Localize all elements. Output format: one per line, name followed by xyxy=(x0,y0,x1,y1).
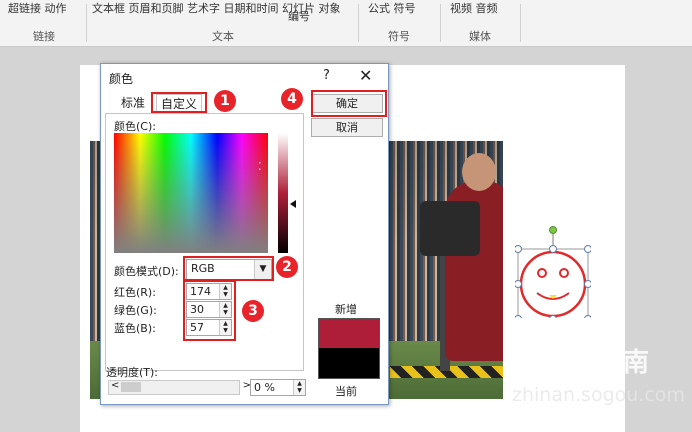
slider-thumb[interactable] xyxy=(121,382,141,392)
sogou-logo-icon xyxy=(512,340,548,376)
new-color-swatch xyxy=(318,318,380,350)
luminance-slider[interactable] xyxy=(278,133,288,253)
step-badge-2: 2 xyxy=(276,256,298,278)
crosshair-icon: ⁚ xyxy=(258,160,262,173)
blue-label: 蓝色(B): xyxy=(114,322,156,335)
close-icon[interactable]: ✕ xyxy=(359,66,372,85)
highlight-ok-button xyxy=(311,90,387,117)
luminance-pointer-icon[interactable] xyxy=(290,200,296,208)
color-spectrum[interactable] xyxy=(114,133,268,253)
ribbon-group-symbols: 符号 xyxy=(388,30,410,43)
cancel-button[interactable]: 取消 xyxy=(311,118,383,137)
transparency-value[interactable]: 0 % xyxy=(254,380,275,395)
current-label: 当前 xyxy=(335,385,357,398)
green-label: 绿色(G): xyxy=(114,304,157,317)
dialog-title: 颜色 xyxy=(109,72,134,86)
transparency-slider[interactable]: < > xyxy=(108,380,251,395)
ribbon-symbol-buttons[interactable]: 公式 符号 xyxy=(368,0,416,16)
ribbon-separator xyxy=(358,4,359,42)
ribbon-group-links: 链接 xyxy=(33,30,55,43)
smiley-shape[interactable] xyxy=(515,222,591,318)
new-label: 新增 xyxy=(335,303,357,316)
highlight-color-mode xyxy=(183,256,274,281)
photo-camera xyxy=(420,201,480,256)
ribbon-number-button[interactable]: 编号 xyxy=(288,8,310,24)
step-badge-4: 4 xyxy=(281,88,303,110)
transparency-spinner[interactable]: 0 % ▲ ▼ xyxy=(250,379,306,396)
ribbon-separator xyxy=(86,4,87,42)
ribbon-group-text: 文本 xyxy=(212,30,234,43)
red-label: 红色(R): xyxy=(114,286,156,299)
tab-standard[interactable]: 标准 xyxy=(117,94,149,113)
ribbon-links-buttons[interactable]: 超链接 动作 xyxy=(8,0,67,16)
highlight-rgb-values xyxy=(183,280,236,341)
ribbon-separator xyxy=(440,4,441,42)
spinner-arrows-icon[interactable]: ▲ ▼ xyxy=(293,380,305,395)
colors-label: 颜色(C): xyxy=(114,120,156,133)
chevron-left-icon[interactable]: < xyxy=(111,380,119,391)
color-mode-label: 颜色模式(D): xyxy=(114,265,179,278)
help-icon[interactable]: ? xyxy=(323,68,330,83)
transparency-label: 透明度(T): xyxy=(106,366,159,379)
ribbon-separator xyxy=(520,4,521,42)
current-color-swatch xyxy=(318,348,380,379)
highlight-custom-tab xyxy=(151,92,207,113)
ribbon-media-buttons[interactable]: 视频 音频 xyxy=(450,0,498,16)
ribbon: 超链接 动作 文本框 页眉和页脚 艺术字 日期和时间 幻灯片 对象 编号 公式 … xyxy=(0,0,692,47)
watermark-url: zhinan.sogou.com xyxy=(512,384,685,406)
step-badge-1: 1 xyxy=(214,90,236,112)
step-badge-3: 3 xyxy=(242,300,264,322)
ribbon-group-media: 媒体 xyxy=(469,30,491,43)
photo-head xyxy=(462,153,496,191)
watermark-brand: 搜狗指南 xyxy=(545,348,650,378)
